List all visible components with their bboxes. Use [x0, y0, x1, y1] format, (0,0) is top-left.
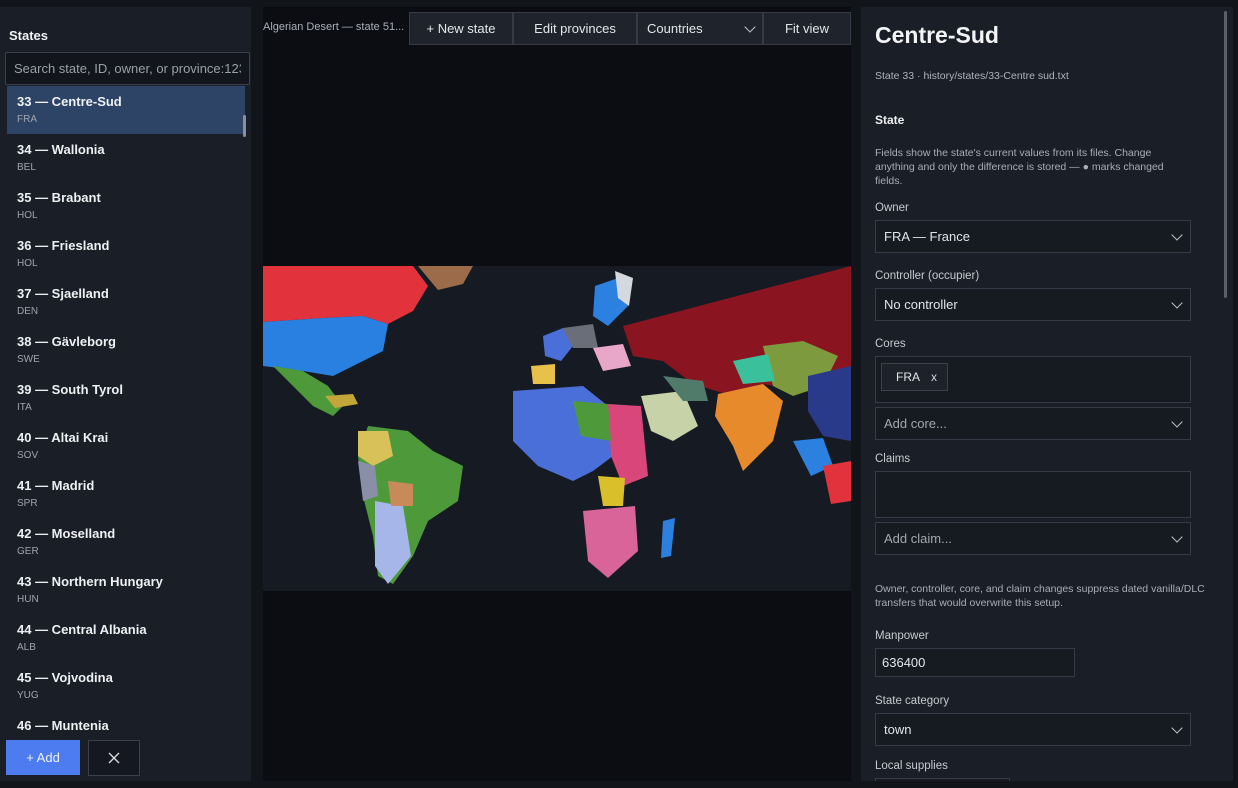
owner-select[interactable]: FRA — France [875, 220, 1191, 253]
map-region-spain[interactable] [531, 364, 555, 384]
state-file-path: State 33 · history/states/33-Centre sud.… [875, 70, 1069, 82]
section-heading-state: State [875, 113, 905, 127]
world-map[interactable] [263, 266, 851, 591]
state-category-value: town [884, 722, 912, 737]
world-map-image[interactable] [263, 266, 851, 591]
core-chip: FRA x [881, 363, 948, 391]
state-item-owner-tag: HUN [17, 594, 39, 605]
state-item-name: 42 — Moselland [17, 526, 116, 541]
sidebar-title: States [9, 28, 49, 43]
state-list-item[interactable]: 45 — Vojvodina YUG [7, 662, 245, 710]
clear-button[interactable] [88, 740, 140, 776]
help-text: Fields show the state's current values f… [875, 147, 1164, 187]
add-claim-select[interactable]: Add claim... [875, 522, 1191, 555]
cores-label: Cores [875, 338, 906, 350]
manpower-label: Manpower [875, 630, 929, 642]
fit-view-button[interactable]: Fit view [763, 12, 851, 45]
state-item-owner-tag: DEN [17, 306, 39, 317]
state-item-name: 35 — Brabant [17, 190, 101, 205]
state-item-name: 44 — Central Albania [17, 622, 147, 637]
chevron-down-icon [1171, 228, 1183, 241]
state-item-name: 33 — Centre-Sud [17, 94, 122, 109]
state-list-item[interactable]: 34 — Wallonia BEL [7, 134, 245, 182]
state-item-name: 43 — Northern Hungary [17, 574, 163, 589]
state-category-select[interactable]: town [875, 713, 1191, 746]
state-item-name: 41 — Madrid [17, 478, 95, 493]
add-core-select[interactable]: Add core... [875, 407, 1191, 440]
state-list-item[interactable]: 41 — Madrid SPR [7, 470, 245, 518]
controller-select[interactable]: No controller [875, 288, 1191, 321]
new-state-button[interactable]: + New state [409, 12, 513, 45]
state-item-name: 46 — Muntenia [17, 718, 109, 733]
state-item-name: 45 — Vojvodina [17, 670, 113, 685]
state-item-owner-tag: SPR [17, 498, 38, 509]
state-list-scrollbar[interactable] [243, 115, 246, 137]
state-list: 33 — Centre-Sud FRA 34 — Wallonia BEL 35 — B… [5, 85, 250, 733]
local-supplies-label: Local supplies [875, 760, 948, 772]
controller-label: Controller (occupier) [875, 270, 980, 282]
state-list-item[interactable]: 44 — Central Albania ALB [7, 614, 245, 662]
owner-label: Owner [875, 202, 909, 214]
add-state-button[interactable]: + Add [6, 740, 80, 775]
state-list-item[interactable]: 37 — Sjaelland DEN [7, 278, 245, 326]
cores-box: FRA x [875, 356, 1191, 403]
state-item-owner-tag: ITA [17, 402, 32, 413]
add-core-placeholder: Add core... [884, 416, 947, 431]
state-category-label: State category [875, 695, 950, 707]
claims-label: Claims [875, 453, 911, 465]
state-item-name: 40 — Altai Krai [17, 430, 109, 445]
state-item-name: 34 — Wallonia [17, 142, 105, 157]
edit-provinces-button[interactable]: Edit provinces [513, 12, 637, 45]
state-editor-panel: Centre-Sud State 33 · history/states/33-… [861, 7, 1233, 781]
map-region-bolivia[interactable] [388, 481, 413, 506]
state-item-name: 37 — Sjaelland [17, 286, 109, 301]
state-item-owner-tag: BEL [17, 162, 36, 173]
chevron-down-icon [1171, 530, 1183, 543]
close-icon [108, 752, 120, 764]
state-list-item[interactable]: 39 — South Tyrol ITA [7, 374, 245, 422]
state-item-owner-tag: SOV [17, 450, 39, 461]
chevron-down-icon [1171, 296, 1183, 309]
hover-breadcrumb: Algerian Desert — state 51... [263, 21, 405, 33]
state-item-owner-tag: FRA [17, 114, 37, 125]
state-list-item[interactable]: 42 — Moselland GER [7, 518, 245, 566]
state-item-owner-tag: YUG [17, 690, 39, 701]
state-list-item[interactable]: 38 — Gävleborg SWE [7, 326, 245, 374]
state-list-item[interactable]: 36 — Friesland HOL [7, 230, 245, 278]
state-list-item[interactable]: 35 — Brabant HOL [7, 182, 245, 230]
chevron-down-icon [1171, 721, 1183, 734]
chevron-down-icon [1171, 415, 1183, 428]
map-region-canada[interactable] [263, 266, 428, 324]
state-list-item[interactable]: 33 — Centre-Sud FRA [7, 86, 245, 134]
state-item-owner-tag: HOL [17, 258, 38, 269]
app-window: States 33 — Centre-Sud FRA 34 — Wallonia BE… [0, 0, 1238, 788]
owner-value: FRA — France [884, 229, 970, 244]
state-item-owner-tag: HOL [17, 210, 38, 221]
state-list-item[interactable]: 40 — Altai Krai SOV [7, 422, 245, 470]
panel-scrollbar[interactable] [1224, 11, 1227, 298]
state-list-item[interactable]: 46 — Muntenia [7, 710, 245, 733]
remove-core-button[interactable]: x [931, 370, 937, 384]
state-item-name: 38 — Gävleborg [17, 334, 116, 349]
state-item-name: 36 — Friesland [17, 238, 110, 253]
add-claim-placeholder: Add claim... [884, 531, 952, 546]
core-chip-label: FRA [896, 370, 920, 384]
local-supplies-input[interactable] [875, 778, 1010, 781]
map-mode-select[interactable]: Countries [637, 12, 763, 45]
controller-value: No controller [884, 297, 958, 312]
state-title: Centre-Sud [875, 22, 999, 48]
state-item-name: 39 — South Tyrol [17, 382, 123, 397]
state-list-item[interactable]: 43 — Northern Hungary HUN [7, 566, 245, 614]
claims-box [875, 471, 1191, 518]
state-item-owner-tag: ALB [17, 642, 36, 653]
state-item-owner-tag: GER [17, 546, 39, 557]
manpower-input[interactable] [875, 648, 1075, 677]
transfer-note: Owner, controller, core, and claim chang… [875, 583, 1205, 609]
map-mode-value: Countries [647, 21, 703, 36]
chevron-down-icon [744, 20, 756, 33]
state-item-owner-tag: SWE [17, 354, 40, 365]
state-search-input[interactable] [5, 52, 250, 85]
